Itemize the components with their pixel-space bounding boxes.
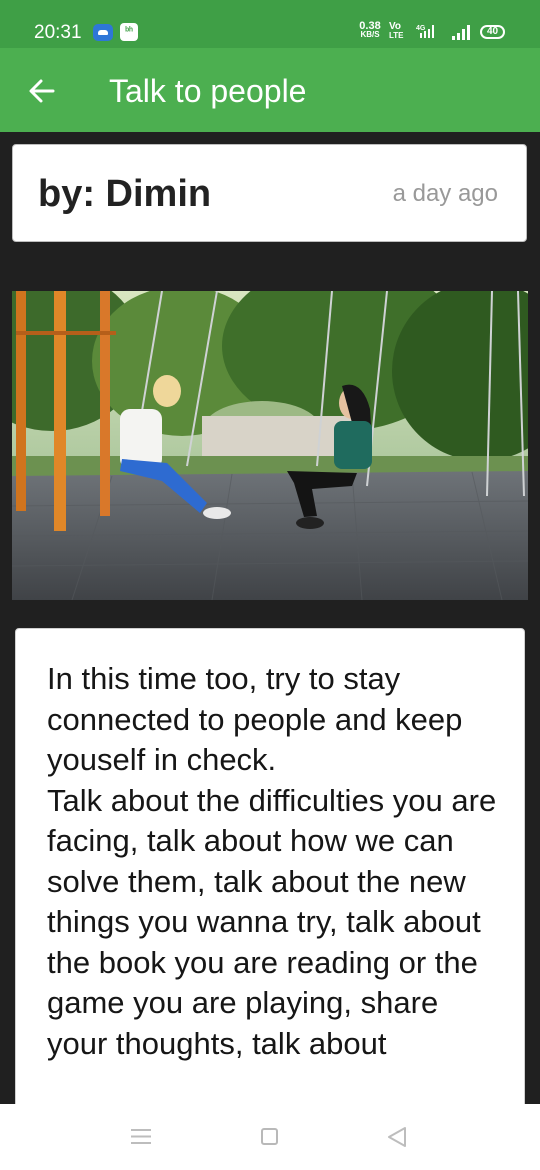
status-bar: 20:31 ᵇʰ 0.38 KB/S Vo LTE 4G 40 — [0, 0, 540, 48]
author-card: by: Dimin a day ago — [12, 144, 527, 242]
author-name: by: Dimin — [38, 173, 212, 215]
post-date: a day ago — [392, 180, 498, 207]
status-time: 20:31 — [34, 22, 82, 43]
battery-icon: 40 — [480, 25, 505, 39]
post-body: In this time too, try to stay connected … — [47, 661, 497, 1061]
signal-bars-icon — [452, 25, 470, 40]
post-image — [12, 291, 528, 600]
post-content-card: In this time too, try to stay connected … — [15, 628, 525, 1148]
network-speed-unit: KB/S — [360, 30, 380, 39]
page-title: Talk to people — [109, 73, 307, 109]
menu-icon[interactable] — [131, 1128, 151, 1145]
app-notification-icon: ᵇʰ — [120, 23, 138, 41]
network-speed: 0.38 KB/S — [355, 21, 385, 39]
back-triangle-icon[interactable] — [386, 1126, 408, 1148]
volte-indicator: Vo LTE — [389, 21, 404, 41]
swing-photo — [12, 291, 528, 600]
volte-bottom: LTE — [389, 31, 404, 40]
network-type: 4G — [416, 25, 426, 32]
signal-4g-icon: 4G — [416, 25, 434, 38]
home-icon[interactable] — [261, 1128, 278, 1145]
back-arrow-icon[interactable] — [28, 77, 56, 105]
volte-top: Vo — [389, 21, 402, 32]
chat-notification-icon — [93, 24, 113, 41]
